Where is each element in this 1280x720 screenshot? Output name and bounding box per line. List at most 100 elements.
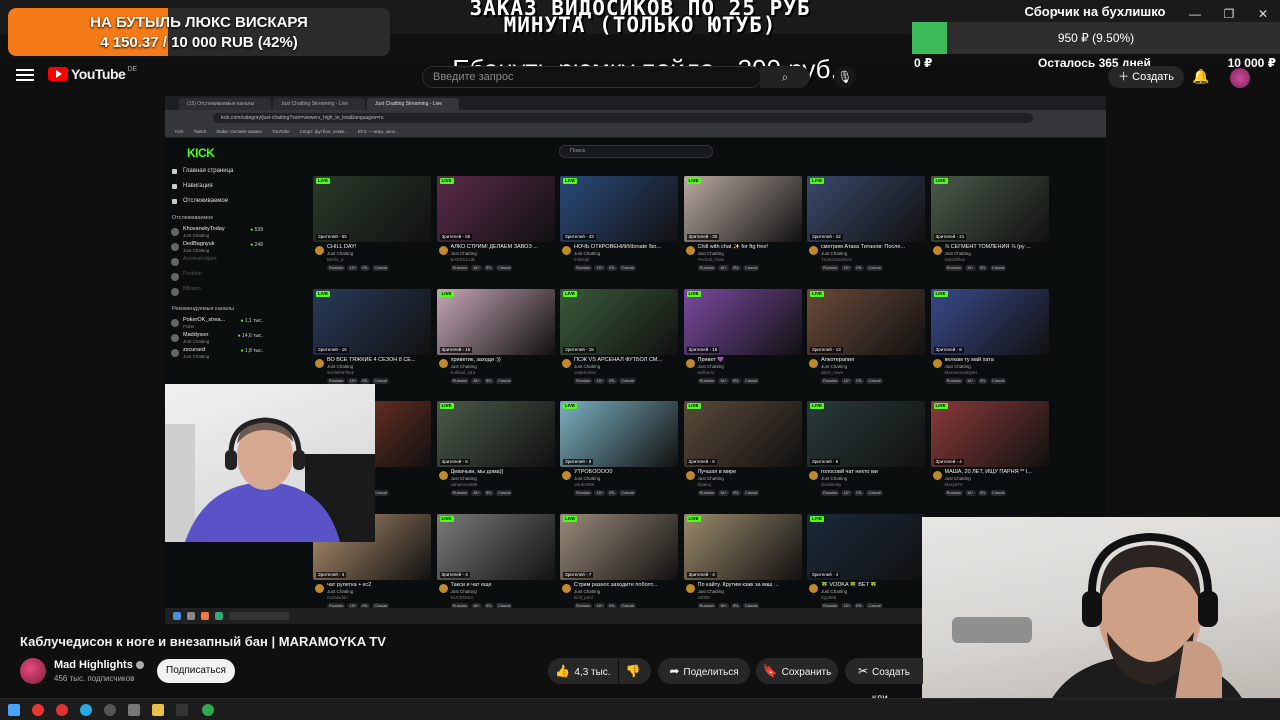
save-label: Сохранить (781, 667, 832, 678)
tag: 18+ (841, 490, 853, 496)
streamer-avatar-icon (685, 246, 695, 255)
live-badge: LIVE (316, 290, 331, 297)
share-button[interactable]: ➦ Поделиться (658, 658, 750, 684)
tag: 18+ (594, 377, 606, 384)
create-button[interactable]: ＋ Создать (1108, 66, 1184, 88)
search-input[interactable]: Введите запрос (422, 66, 762, 88)
like-button[interactable]: 👍 4,3 тыс. (548, 658, 618, 684)
opera-icon[interactable] (56, 704, 68, 716)
streamer-name: abce_neve (821, 369, 844, 375)
stream-viewers: Зрителей - 4 (933, 459, 964, 465)
tag: IRL (360, 377, 371, 384)
channel-avatar-icon (171, 288, 179, 296)
streamer-name: v0006 (697, 594, 710, 600)
app-icon[interactable] (128, 704, 140, 716)
tag: IRL (977, 490, 988, 496)
channel-avatar-icon (171, 243, 179, 251)
channel-avatar-icon (171, 334, 179, 342)
tag: 18+ (841, 377, 853, 384)
tag: Casual (495, 490, 513, 496)
subscribe-button[interactable]: Подписаться (157, 659, 235, 683)
settings-icon[interactable] (104, 704, 116, 716)
dislike-button[interactable]: 👎 (619, 658, 651, 684)
live-badge: LIVE (810, 515, 825, 522)
tag: Casual (372, 377, 389, 384)
live-badge: LIVE (933, 403, 948, 409)
obs-icon[interactable] (176, 704, 188, 716)
streamer-avatar-icon (809, 471, 818, 480)
stream-thumbnail: LIVE Зрителей - 4 (930, 401, 1049, 467)
stream-tags: Russian 18+ IRL Casual (574, 377, 636, 384)
channel-name: BBistro (183, 286, 201, 292)
stream-category: Just Chatting (574, 588, 601, 594)
menu-icon[interactable] (16, 66, 34, 86)
stream-thumbnail: LIVE Зрителей - 4 (436, 513, 555, 580)
stream-category: Just Chatting (944, 251, 971, 256)
stream-thumbnail: LIVE Зрителей - 55 (436, 176, 555, 242)
stream-tags: Russian 18+ IRL Casual (944, 265, 1007, 271)
channel-name: KhovanskyToday (183, 226, 225, 232)
viewer-count: 539 (250, 227, 263, 233)
stream-category: Just Chatting (574, 363, 601, 369)
stream-thumbnail: LIVE Зрителей - 15 (436, 288, 555, 355)
tag: Russian (450, 265, 469, 271)
live-badge: LIVE (439, 403, 454, 409)
live-badge: LIVE (933, 290, 948, 297)
streamer-name: otrubs888 (574, 482, 595, 487)
stream-category: Just Chatting (944, 476, 971, 481)
channel-avatar[interactable] (20, 658, 46, 684)
tag: Russian (574, 377, 593, 384)
stream-tags: Russian 18+ IRL Casual (450, 265, 513, 271)
stream-tags: Russian 18+ IRL Casual (327, 265, 389, 271)
streamer-avatar-icon (438, 583, 448, 593)
telegram-icon[interactable] (80, 704, 92, 716)
tag: Casual (619, 490, 636, 496)
kick-nav-item: Главная страница (165, 164, 303, 179)
live-badge: LIVE (686, 403, 701, 409)
tag: 18+ (717, 490, 729, 496)
live-badge: LIVE (563, 178, 578, 184)
windows-start-icon[interactable] (8, 704, 20, 716)
tag: Russian (821, 490, 840, 496)
live-badge: LIVE (686, 515, 701, 522)
streamer-avatar-icon (315, 246, 324, 255)
goal-progress-text: 950 ₽ (9.50%) (1057, 31, 1135, 45)
streamer-name: voledcelitis (574, 369, 597, 375)
subscriber-count: 456 тыс. подписчиков (54, 674, 135, 683)
stream-category: Just Chatting (450, 588, 477, 594)
stream-card: LIVE Зрителей - 55 CHILL DAY! Just Chatt… (313, 176, 431, 284)
stream-tags: Russian 18+ IRL Casual (697, 265, 760, 271)
mic-icon[interactable]: 🎙 (834, 66, 856, 88)
search-button[interactable]: ⌕ (760, 66, 810, 88)
yandex-browser-icon[interactable] (32, 704, 44, 716)
streamer-name: KUCENIKA (450, 594, 474, 600)
goal-max-label: 10 000 ₽ (1227, 56, 1276, 70)
share-icon: ➦ (669, 664, 680, 678)
channel-name[interactable]: Mad Highlights (54, 659, 144, 671)
tag: Russian (450, 490, 469, 496)
streamer-name: Egs888 (821, 594, 837, 600)
save-button[interactable]: 🔖 Сохранить (756, 658, 838, 684)
live-badge: LIVE (686, 178, 701, 184)
stream-thumbnail: LIVE Зрителей - 16 (683, 288, 802, 355)
tag: 18+ (470, 377, 482, 384)
stream-viewers: Зрителей - 21 (933, 234, 967, 240)
folder-icon[interactable] (152, 704, 164, 716)
youtube-logo[interactable]: YouTube DE (48, 66, 137, 82)
streamer-avatar-icon (932, 246, 942, 255)
tag: Russian (944, 265, 963, 271)
chrome-icon[interactable] (202, 704, 214, 716)
tag: 18+ (717, 265, 729, 271)
tag: 18+ (470, 265, 482, 271)
live-badge: LIVE (563, 290, 578, 297)
tag: IRL (730, 265, 741, 271)
close-window-button[interactable]: ✕ (1246, 4, 1280, 24)
avatar[interactable] (1230, 68, 1250, 88)
maximize-button[interactable]: ❐ (1212, 4, 1246, 24)
streamer-avatar-icon (809, 246, 818, 255)
bell-icon[interactable]: 🔔 (1192, 68, 1209, 85)
stream-card: LIVE Зрителей - 15 ПСЖ VS АРСЕНАЛ ФУТБОЛ… (560, 288, 678, 397)
clip-button[interactable]: ✂Создать кли... (845, 658, 923, 704)
stream-category: Just Chatting (821, 363, 848, 369)
streamer-name: MaryaTV (944, 482, 963, 487)
